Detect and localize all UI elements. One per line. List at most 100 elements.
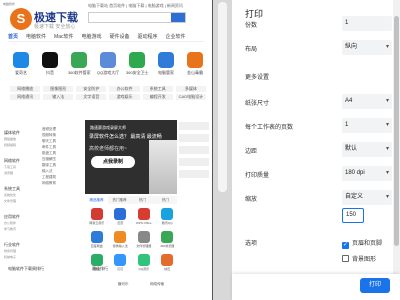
nav-item: 电脑游戏 xyxy=(81,34,102,40)
scale-row: 缩放 自定义 ▾ xyxy=(245,190,392,206)
app-label: 抖音 xyxy=(46,70,54,75)
copies-input[interactable]: 1 xyxy=(342,16,392,31)
preview-page: 电脑软件 电脑下载站 首页软件 | 电脑下载 | 电脑游戏 | 新闻资讯 S 极… xyxy=(0,0,212,300)
grid-app: 文件管理器 xyxy=(134,231,154,248)
app-tile: 360安全卫士 xyxy=(126,52,149,76)
grid-app-label: 网易云音乐 xyxy=(89,221,105,225)
copies-label: 份数 xyxy=(245,23,258,29)
subcategory-list: 音频处理 视频转换 聊天工具 邮件工具 磁盘工具 压缩解压 翻译工具 输入法 工… xyxy=(42,126,78,186)
layout-label: 布局 xyxy=(245,47,258,53)
scale-mode-value: 自定义 xyxy=(345,194,364,200)
more-settings-toggle[interactable]: 更多设置 xyxy=(245,72,269,81)
app-icon xyxy=(71,52,87,68)
app-tile: 360软件管家 xyxy=(68,52,91,76)
app-label: 金山毒霸 xyxy=(187,70,203,75)
category-tag: 编程开发 xyxy=(142,94,173,100)
app-tile: 抖音 xyxy=(39,52,61,76)
chevron-down-icon: ▾ xyxy=(385,170,389,176)
pages-per-sheet-select[interactable]: 1 ▾ xyxy=(342,118,392,133)
pages-per-sheet-label: 每个工作表的页数 xyxy=(245,125,294,131)
chevron-down-icon: ▾ xyxy=(385,44,389,50)
chevron-down-icon: ▾ xyxy=(385,146,389,152)
recommend-tab: 热门推荐 xyxy=(112,198,127,202)
paper-size-value: A4 xyxy=(345,98,353,104)
nav-item: Mac软件 xyxy=(54,34,74,40)
promo-banner: 路速赛游戏录屏大师 录屏软件怎么选？ 最高清 最流畅 高校老师都在用~ 点我录制 xyxy=(85,120,177,194)
app-label: 360软件管家 xyxy=(68,70,91,75)
grid-app-icon xyxy=(137,254,150,266)
sidebar-sub: 文件管理 xyxy=(4,199,17,203)
ranking-item: 糖可乐 xyxy=(118,282,129,286)
quality-value: 180 dpi xyxy=(345,170,365,176)
promo-brand: 路速赛游戏录屏大师 xyxy=(90,125,126,130)
featured-apps: 爱奇艺 抖音 360软件管家 QQ游戏大厅 360安全卫士 电脑管家 金山毒霸 xyxy=(10,52,206,76)
placeholder-block xyxy=(179,170,209,178)
settings-scrollbar[interactable] xyxy=(393,0,400,300)
checkbox-checked-icon[interactable]: ✓ xyxy=(342,242,349,249)
app-label: QQ游戏大厅 xyxy=(97,70,120,75)
nav-item: 电脑软件 xyxy=(26,34,47,40)
grid-app: 360浏览器 xyxy=(158,231,178,248)
category-tag: 办公软件 xyxy=(109,86,140,92)
grid-app-icon xyxy=(90,208,103,220)
placeholder-block xyxy=(179,122,209,130)
checkbox-unchecked-icon[interactable] xyxy=(342,255,349,262)
grid-app: 网易云音乐 xyxy=(87,208,107,225)
grid-app-icon xyxy=(114,254,127,266)
logo-tagline: 极速下载 安全放心 xyxy=(34,24,76,30)
scale-select[interactable]: 自定义 ▾ xyxy=(342,190,392,205)
sidebar-sub: 机械电子 xyxy=(4,255,17,259)
weekly-ranking-title: 电脑软件下载周排行 xyxy=(8,266,44,271)
grid-app: 腾讯QQ xyxy=(158,208,178,225)
grid-app: WPS Office xyxy=(134,208,154,225)
site-nav: 首页 电脑软件 Mac软件 电脑游戏 硬件设备 驱动程序 企业软件 xyxy=(8,33,204,42)
app-label: 电脑管家 xyxy=(158,70,174,75)
promo-question: 录屏软件怎么选？ 最高清 最流畅 xyxy=(89,134,162,140)
logo-mark: S xyxy=(10,8,32,30)
chevron-down-icon: ▾ xyxy=(385,122,389,128)
placeholder-block xyxy=(179,134,209,142)
site-logo: S 极速下载 极速下载 安全放心 xyxy=(10,8,78,32)
quality-row: 打印质量 180 dpi ▾ xyxy=(245,166,392,182)
promo-record-button: 点我录制 xyxy=(91,156,135,168)
layout-value: 纵向 xyxy=(345,44,358,50)
paper-size-label: 纸张尺寸 xyxy=(245,101,270,107)
layout-row: 布局 纵向 ▾ xyxy=(245,40,392,56)
preview-scroll-thumb[interactable] xyxy=(218,2,227,192)
app-icon xyxy=(42,52,58,68)
app-tile: 电脑管家 xyxy=(155,52,177,76)
category-tag: 系统工具 xyxy=(142,86,173,92)
quality-select[interactable]: 180 dpi ▾ xyxy=(342,166,392,181)
option-headers-footers[interactable]: ✓ 页眉和页脚 xyxy=(342,238,382,249)
app-icon xyxy=(187,52,203,68)
layout-select[interactable]: 纵向 ▾ xyxy=(342,40,392,55)
sidebar-sub: 浏览器 xyxy=(4,171,14,175)
preview-scrollbar[interactable] xyxy=(213,0,232,300)
grid-app-icon xyxy=(137,231,150,243)
nav-item: 企业软件 xyxy=(165,34,186,40)
app-tile: 爱奇艺 xyxy=(10,52,32,76)
pages-per-sheet-row: 每个工作表的页数 1 ▾ xyxy=(245,118,392,134)
category-tag: 多媒体 xyxy=(175,86,206,92)
grid-app-label: 搜狗输入法 xyxy=(112,244,128,248)
promo-photo xyxy=(149,140,177,194)
grid-app-label: 钉钉 xyxy=(117,267,124,271)
nav-item: 硬件设备 xyxy=(109,34,130,40)
margins-select[interactable]: 默认 ▾ xyxy=(342,142,392,157)
print-button[interactable]: 打印 xyxy=(360,278,390,293)
print-footer: 打印 xyxy=(232,274,400,300)
app-icon xyxy=(129,52,145,68)
grid-app-label: WPS Office xyxy=(136,221,152,225)
grid-app-icon xyxy=(114,208,127,220)
grid-app-icon xyxy=(90,231,103,243)
option-background-graphics[interactable]: 背景图形 xyxy=(342,254,376,264)
settings-scroll-thumb[interactable] xyxy=(394,16,399,246)
scale-percent-input[interactable]: 150 xyxy=(342,208,364,223)
paper-size-row: 纸张尺寸 A4 ▾ xyxy=(245,94,392,110)
category-tag: 输入法 xyxy=(43,94,74,100)
paper-size-select[interactable]: A4 ▾ xyxy=(342,94,392,109)
category-tag: 网络播放 xyxy=(10,86,41,92)
copies-row: 份数 1 xyxy=(245,16,392,32)
placeholder-block xyxy=(179,158,209,166)
grid-app-label: 百度网盘 xyxy=(90,244,103,248)
